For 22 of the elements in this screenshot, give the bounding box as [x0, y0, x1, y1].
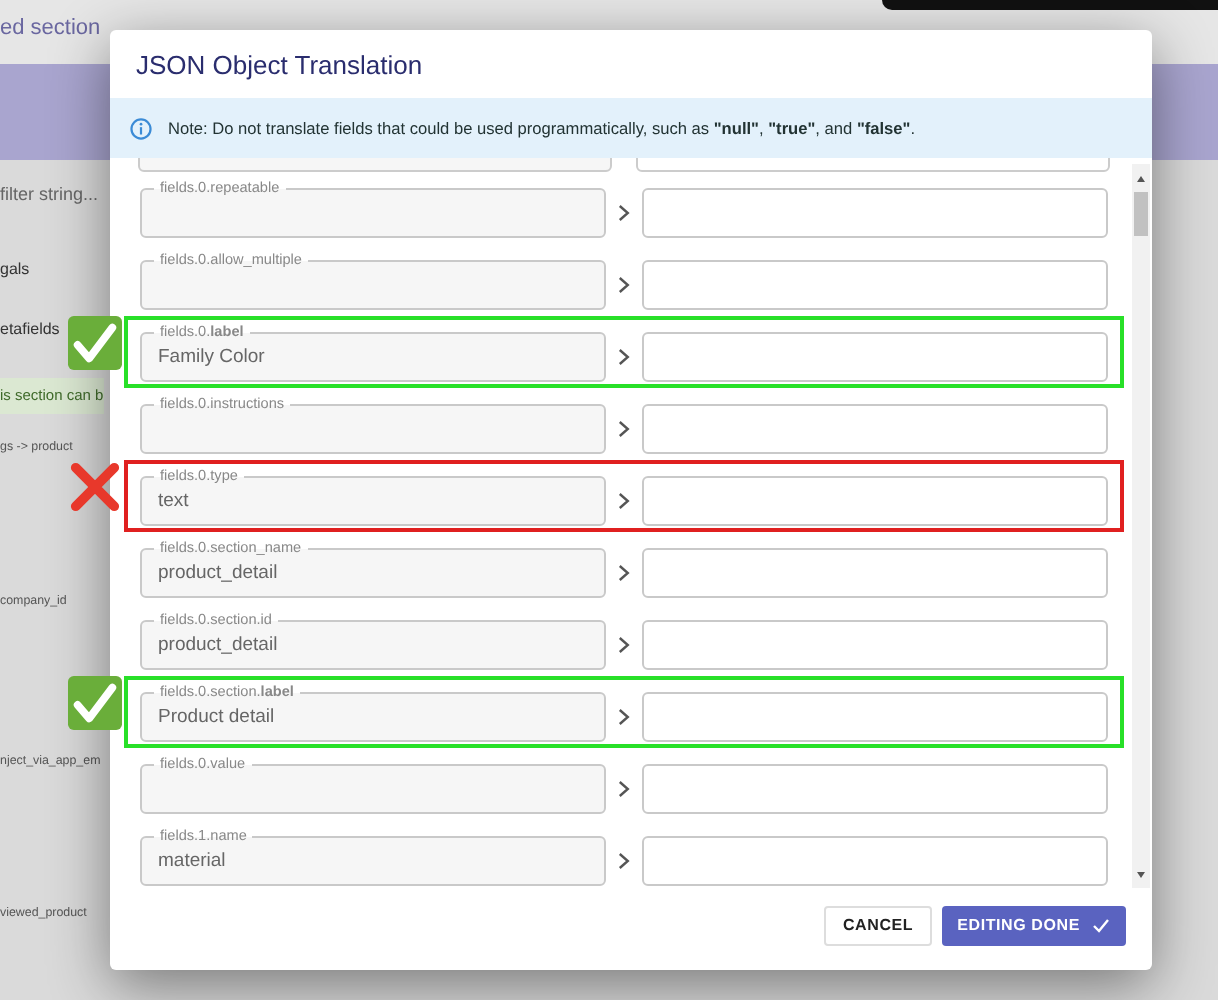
section-label: etafields — [0, 318, 60, 342]
note-text: Note: Do not translate fields that could be used programmatically, such as "null", "true", and "false". — [168, 115, 916, 141]
cross-icon — [68, 459, 122, 514]
section-heading: ed section — [0, 16, 101, 40]
scrollbar[interactable] — [1132, 163, 1150, 888]
translation-field[interactable] — [641, 260, 1108, 311]
translation-field[interactable] — [641, 764, 1108, 815]
cancel-button[interactable]: CANCEL — [824, 906, 932, 947]
translation-field[interactable] — [641, 188, 1108, 239]
translation-field[interactable] — [641, 692, 1108, 743]
translation-field[interactable] — [641, 836, 1108, 887]
done-button[interactable]: EDITING DONE — [941, 906, 1126, 947]
translation-field[interactable] — [641, 548, 1108, 599]
translation-field[interactable] — [641, 332, 1108, 383]
translation-field[interactable] — [641, 620, 1108, 671]
translation-field[interactable] — [641, 476, 1108, 527]
section-label: gals — [0, 258, 30, 282]
dialog-title: JSON Object Translation — [134, 48, 425, 84]
filter-field: filter string... — [0, 182, 99, 206]
check-icon — [1092, 918, 1110, 935]
translation-field[interactable] — [641, 404, 1108, 455]
info-icon — [130, 117, 152, 140]
